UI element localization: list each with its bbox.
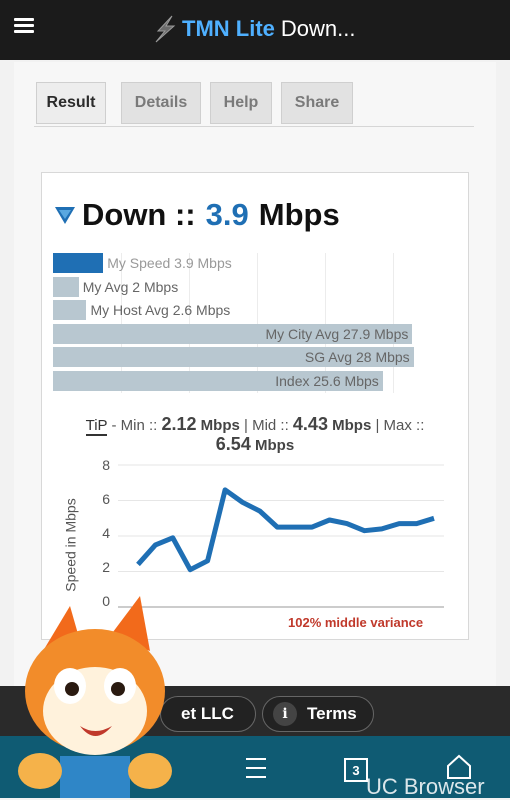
- comparison-bar-row: My Speed 3.9 Mbps: [53, 253, 433, 273]
- variance-note: 102% middle variance: [288, 615, 424, 630]
- tip-key: TiP: [85, 417, 108, 436]
- tip-min-unit: Mbps: [200, 417, 240, 434]
- comparison-bar-label: My Speed 3.9 Mbps: [107, 255, 232, 271]
- terms-button[interactable]: i Terms: [262, 696, 374, 732]
- tip-min-label: - Min ::: [107, 417, 162, 434]
- app-header: TMN Lite Down...: [0, 0, 510, 60]
- result-value: 3.9: [205, 197, 249, 232]
- app-title-brand: TMN Lite: [182, 16, 275, 41]
- tab-bar: Result Details Help Share: [34, 80, 474, 127]
- speed-headline: Down :: 3.9 Mbps: [54, 195, 340, 235]
- comparison-bar-fill: [53, 300, 87, 320]
- tip-max-label: | Max ::: [371, 417, 425, 434]
- comparison-bar-label: Index 25.6 Mbps: [275, 372, 379, 389]
- comparison-bar-row: My Host Avg 2.6 Mbps: [53, 300, 433, 320]
- app-title-rest: Down...: [280, 16, 356, 41]
- comparison-bar-row: My City Avg 27.9 Mbps: [53, 323, 433, 344]
- comparison-bar-label: My Host Avg 2.6 Mbps: [90, 302, 231, 318]
- result-card: Down :: 3.9 Mbps My Speed 3.9 MbpsMy Avg…: [41, 172, 469, 640]
- browser-brand-watermark: UC Browser: [366, 774, 485, 799]
- tip-max-unit: Mbps: [255, 437, 295, 454]
- tip-max-value: 6.54: [215, 434, 251, 454]
- result-label: Down ::: [82, 197, 196, 232]
- browser-menu-icon[interactable]: [246, 758, 266, 785]
- tab-share[interactable]: Share: [281, 82, 353, 124]
- app-title: TMN Lite Down...: [150, 14, 355, 44]
- speed-series-line: [136, 487, 435, 573]
- comparison-bar-label: My City Avg 27.9 Mbps: [265, 325, 409, 342]
- comparison-bar-row: My Avg 2 Mbps: [53, 276, 433, 297]
- comparison-bar-fill: [53, 253, 104, 273]
- terms-label: Terms: [307, 704, 357, 723]
- tip-mid-value: 4.43: [292, 414, 328, 434]
- comparison-bar-label: SG Avg 28 Mbps: [304, 349, 410, 365]
- info-icon: i: [273, 702, 297, 726]
- comparison-bar-row: SG Avg 28 Mbps: [53, 347, 433, 367]
- tab-result[interactable]: Result: [36, 82, 106, 124]
- down-arrow-icon: [55, 207, 75, 224]
- hamburger-menu-icon[interactable]: [14, 18, 34, 34]
- comparison-bar-label: My Avg 2 Mbps: [82, 278, 179, 295]
- squirrel-mascot-icon: [18, 596, 172, 798]
- tip-min-value: 2.12: [161, 414, 197, 434]
- browser-tabs-button[interactable]: 3: [344, 758, 368, 782]
- comparison-bars: My Speed 3.9 Mbps My Avg 2 Mbps My Host Av…: [53, 253, 433, 393]
- tip-mid-label: | Mid ::: [239, 417, 293, 434]
- comparison-bar-fill: [53, 276, 79, 297]
- result-unit: Mbps: [258, 197, 340, 232]
- comparison-bar-row: Index 25.6 Mbps: [53, 370, 433, 391]
- tip-mid-unit: Mbps: [332, 417, 372, 434]
- lightning-bolt-icon: [155, 15, 176, 43]
- tab-help[interactable]: Help: [210, 82, 272, 124]
- tab-details[interactable]: Details: [121, 82, 201, 124]
- tip-summary: TiP - Min :: 2.12 Mbps | Mid :: 4.43 Mbp…: [42, 415, 468, 455]
